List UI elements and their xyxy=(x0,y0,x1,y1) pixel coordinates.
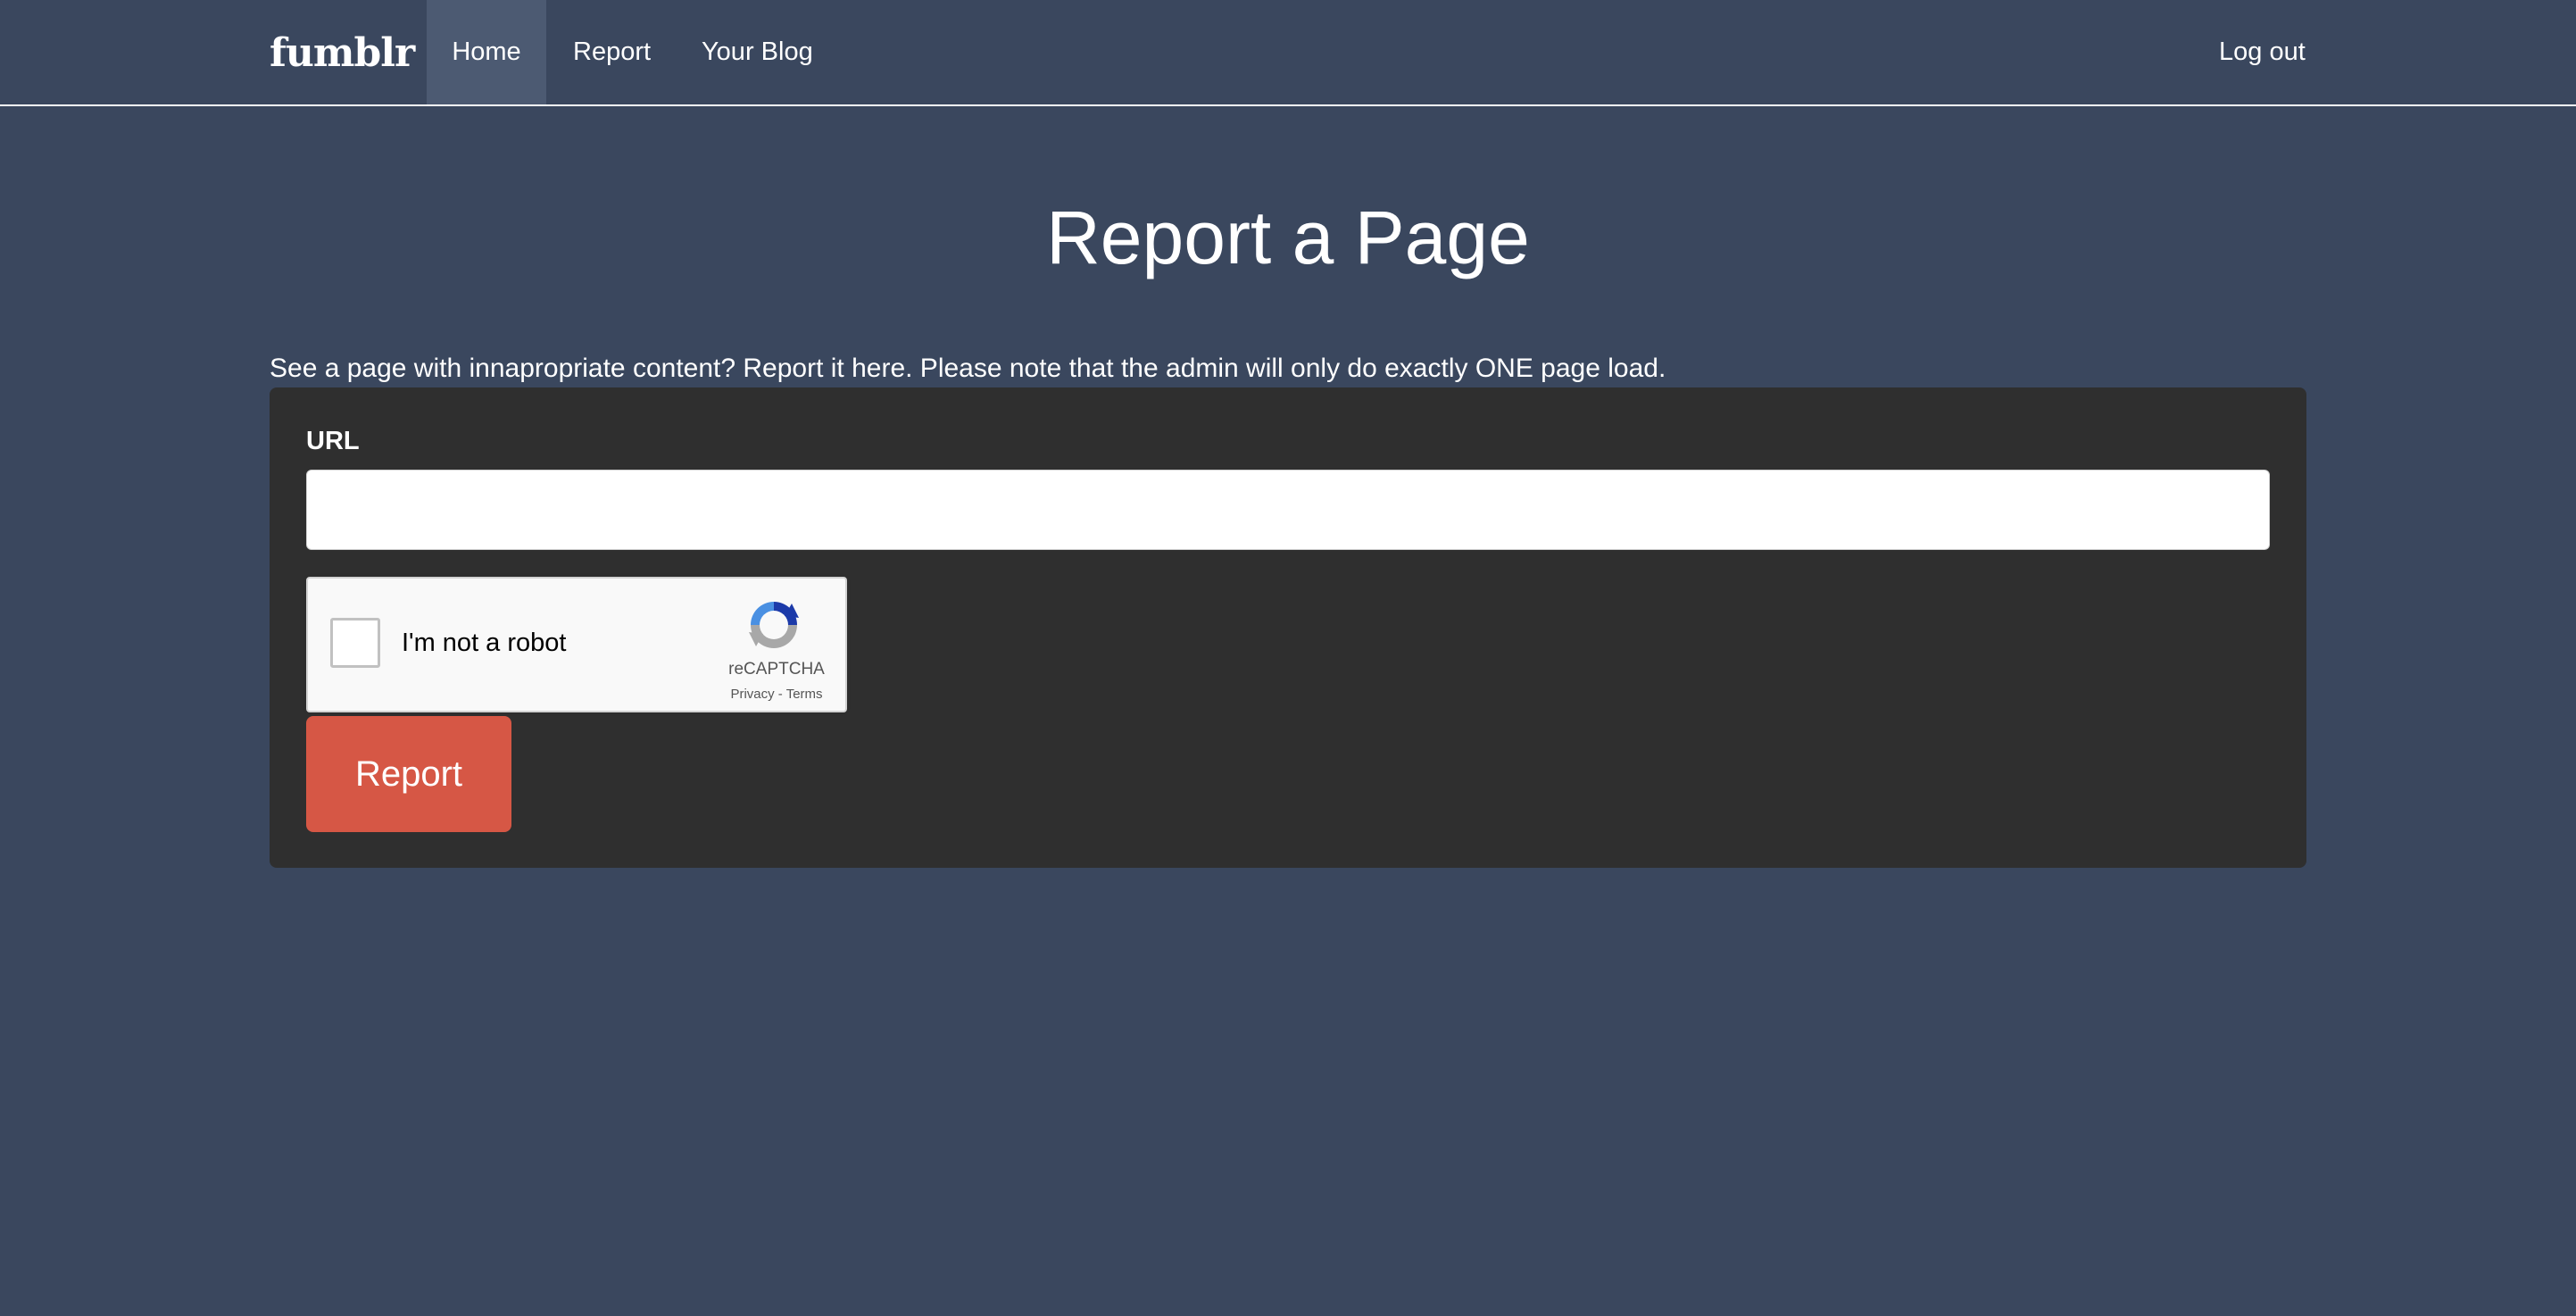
url-input[interactable] xyxy=(306,470,2270,550)
recaptcha-privacy-link[interactable]: Privacy xyxy=(730,687,774,702)
recaptcha-label: I'm not a robot xyxy=(402,629,567,657)
recaptcha-brand: reCAPTCHA xyxy=(728,660,825,679)
report-form-card: URL I'm not a robot reCAPTCHA Privacy - … xyxy=(270,387,2306,868)
nav-item-log-out[interactable]: Log out xyxy=(2219,0,2306,104)
nav-item-your-blog[interactable]: Your Blog xyxy=(702,0,813,104)
recaptcha-terms-link[interactable]: Terms xyxy=(786,687,823,702)
url-label: URL xyxy=(306,427,360,455)
page-title: Report a Page xyxy=(1046,196,1530,279)
nav-item-home[interactable]: Home xyxy=(427,0,546,104)
recaptcha-links: Privacy - Terms xyxy=(710,686,843,704)
nav-item-report[interactable]: Report xyxy=(573,0,651,104)
report-submit-button[interactable]: Report xyxy=(306,716,511,832)
brand-logo-link[interactable]: fumblr xyxy=(270,27,415,80)
recaptcha-widget: I'm not a robot reCAPTCHA Privacy - Term… xyxy=(306,577,847,712)
intro-text: See a page with innapropriate content? R… xyxy=(270,354,1666,383)
recaptcha-checkbox[interactable] xyxy=(330,618,380,668)
recaptcha-logo-icon xyxy=(749,602,799,648)
recaptcha-separator: - xyxy=(774,687,786,702)
top-navbar: fumblr Home Report Your Blog Log out xyxy=(0,0,2576,106)
